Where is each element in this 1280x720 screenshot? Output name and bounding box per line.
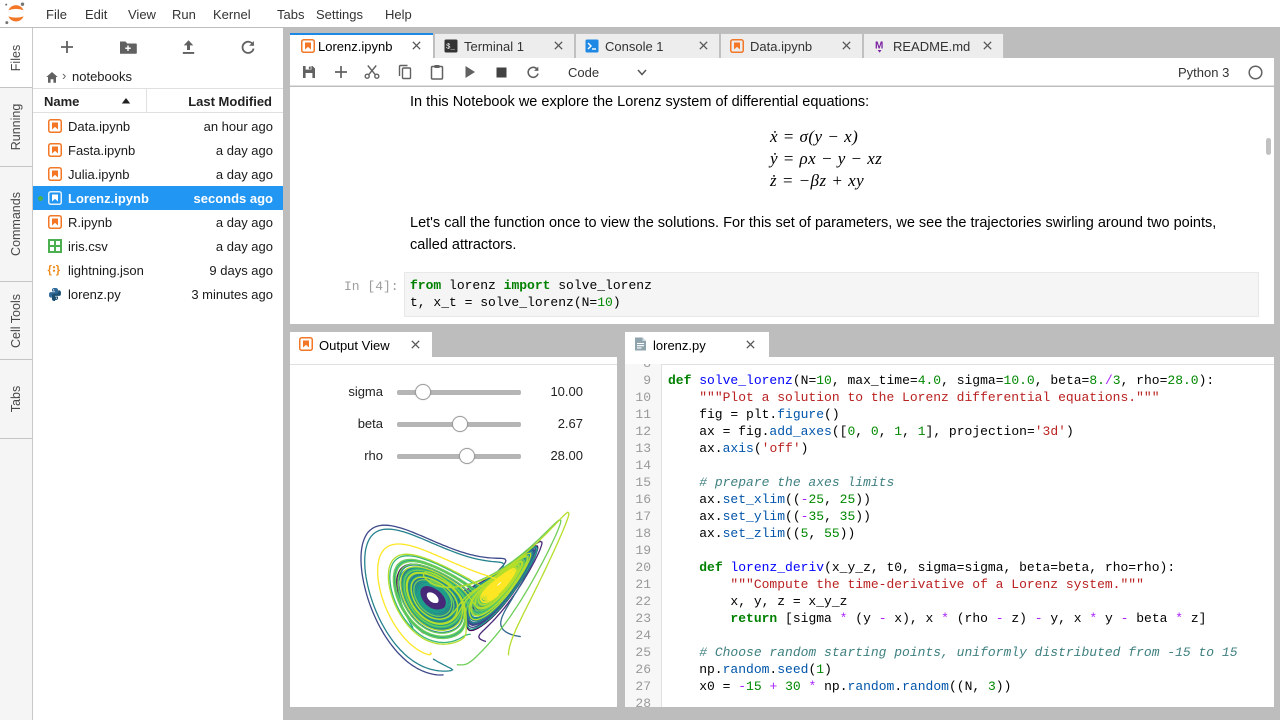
svg-text:{: {	[47, 264, 52, 276]
svg-text:$_: $_	[446, 44, 456, 52]
svg-text:M: M	[875, 41, 883, 52]
svg-text:}: }	[56, 264, 61, 276]
